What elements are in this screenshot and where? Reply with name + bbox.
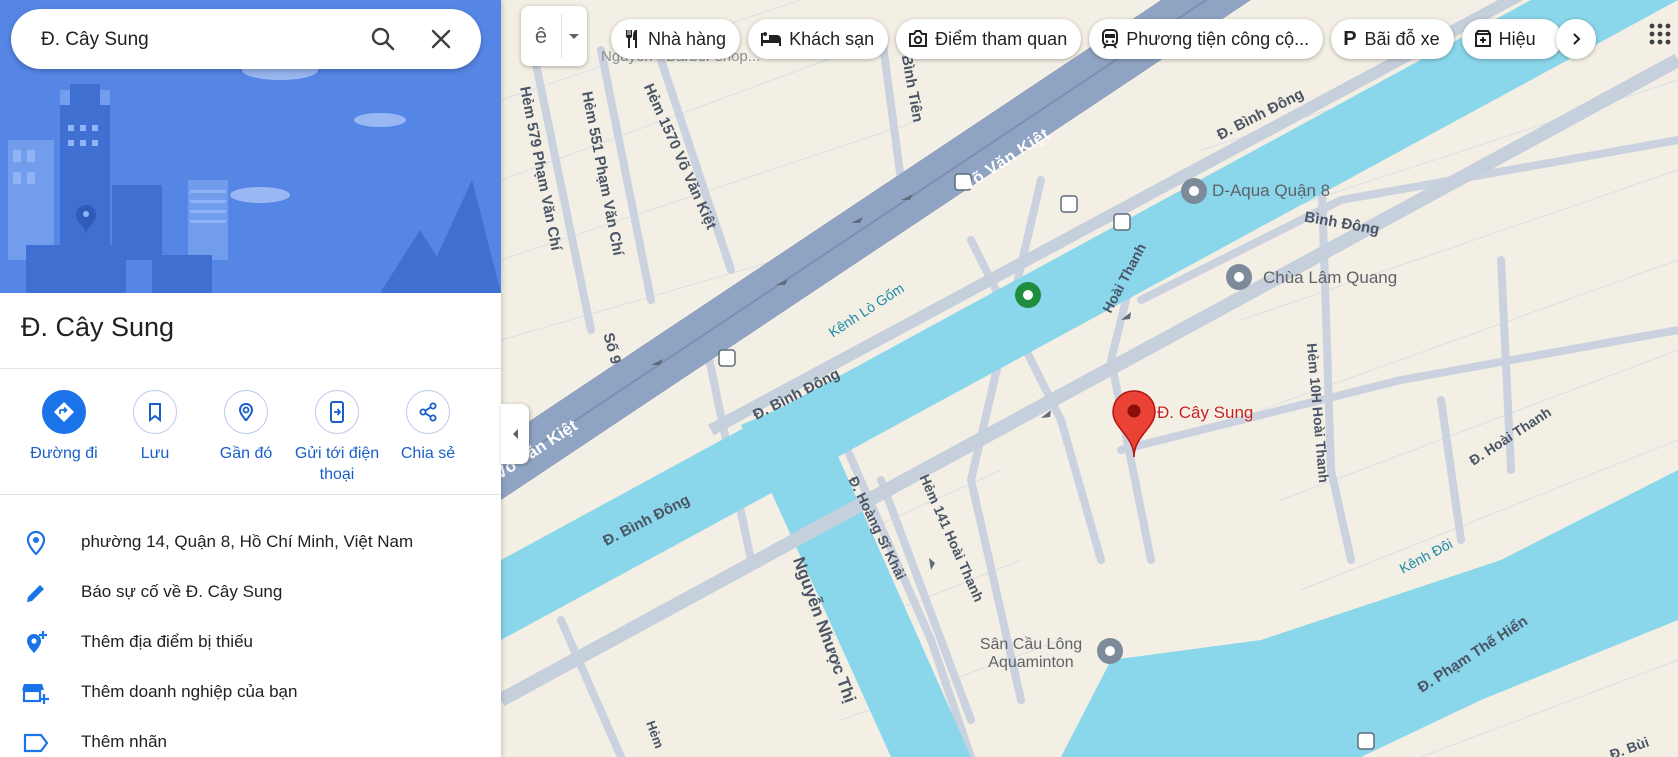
nearby-icon bbox=[238, 402, 254, 422]
search-icon[interactable] bbox=[367, 23, 399, 55]
send-to-phone-icon bbox=[330, 401, 344, 423]
directions-icon bbox=[54, 402, 74, 422]
address-text: phường 14, Quận 8, Hồ Chí Minh, Việt Nam bbox=[81, 532, 414, 551]
label-icon bbox=[23, 733, 49, 753]
nearby-button[interactable]: Gần đó bbox=[200, 390, 292, 464]
category-chips: Nhà hàng Khách sạn Điểm tham quan Phương… bbox=[611, 19, 1562, 59]
poi-label[interactable]: D-Aqua Quận 8 bbox=[1212, 181, 1330, 201]
parking-icon: P bbox=[1343, 27, 1357, 50]
report-issue-row[interactable]: Báo sự cố về Đ. Cây Sung bbox=[0, 567, 501, 617]
poi-label[interactable]: Sân Cầu Lông Aquaminton bbox=[971, 636, 1091, 672]
add-business-text: Thêm doanh nghiệp của bạn bbox=[81, 682, 298, 701]
action-label: Gửi tới điện thoại bbox=[294, 445, 380, 483]
restaurant-icon bbox=[626, 30, 637, 48]
layers-button[interactable]: ê bbox=[521, 6, 587, 66]
hotel-icon bbox=[761, 32, 782, 46]
save-button[interactable]: Lưu bbox=[109, 390, 201, 464]
collapse-panel-button[interactable] bbox=[501, 404, 529, 464]
chevron-left-icon bbox=[513, 429, 518, 439]
pencil-icon bbox=[27, 585, 44, 602]
add-business-row[interactable]: Thêm doanh nghiệp của bạn bbox=[0, 667, 501, 717]
chip-label: Nhà hàng bbox=[648, 28, 727, 49]
action-label: Chia sẻ bbox=[400, 445, 456, 462]
add-label-text: Thêm nhãn bbox=[81, 732, 167, 751]
search-input[interactable] bbox=[39, 9, 373, 71]
chevron-right-icon bbox=[1573, 33, 1581, 45]
place-title: Đ. Cây Sung bbox=[21, 312, 175, 342]
chips-next-button[interactable] bbox=[1556, 19, 1596, 59]
chip-pharmacy[interactable]: Hiệu bbox=[1461, 19, 1562, 59]
send-to-phone-button[interactable]: Gửi tới điện thoại bbox=[291, 390, 383, 485]
share-button[interactable]: Chia sẻ bbox=[382, 390, 474, 464]
report-issue-text: Báo sự cố về Đ. Cây Sung bbox=[81, 582, 283, 601]
action-label: Đường đi bbox=[30, 445, 98, 462]
chip-restaurants[interactable]: Nhà hàng bbox=[611, 19, 741, 59]
action-label: Lưu bbox=[140, 445, 170, 462]
apps-grid-icon[interactable] bbox=[1648, 22, 1674, 48]
add-missing-place-text: Thêm địa điểm bị thiếu bbox=[81, 632, 253, 651]
pharmacy-icon bbox=[1474, 30, 1491, 47]
chip-label: Khách sạn bbox=[789, 28, 875, 49]
search-box bbox=[11, 9, 481, 71]
chip-transit[interactable]: Phương tiện công cộ... bbox=[1089, 19, 1324, 59]
add-business-icon bbox=[22, 684, 49, 704]
poi-label[interactable]: Chùa Lâm Quang bbox=[1263, 268, 1397, 288]
directions-button[interactable]: Đường đi bbox=[18, 390, 110, 464]
divider bbox=[0, 368, 501, 369]
camera-icon bbox=[909, 30, 928, 47]
chip-label: Bãi đỗ xe bbox=[1364, 28, 1440, 49]
address-row[interactable]: phường 14, Quận 8, Hồ Chí Minh, Việt Nam bbox=[0, 517, 501, 567]
chip-label: Phương tiện công cộ... bbox=[1126, 28, 1310, 49]
map-canvas[interactable]: Võ Văn Kiệt Võ Văn Kiệt Đ. Bình Đông Đ. … bbox=[501, 0, 1678, 757]
transit-icon bbox=[1102, 29, 1119, 49]
add-location-icon bbox=[27, 631, 47, 653]
chevron-down-icon[interactable] bbox=[565, 30, 583, 48]
close-icon[interactable] bbox=[425, 23, 457, 55]
chip-parking[interactable]: P Bãi đỗ xe bbox=[1331, 19, 1454, 59]
chip-label: Điểm tham quan bbox=[935, 28, 1068, 49]
add-label-row[interactable]: Thêm nhãn bbox=[0, 717, 501, 757]
selected-pin-label[interactable]: Đ. Cây Sung bbox=[1157, 403, 1253, 423]
chip-hotels[interactable]: Khách sạn bbox=[748, 19, 889, 59]
location-pin-icon bbox=[26, 530, 46, 556]
chip-label: Hiệu bbox=[1498, 28, 1536, 49]
add-missing-place-row[interactable]: Thêm địa điểm bị thiếu bbox=[0, 617, 501, 667]
bookmark-icon bbox=[149, 403, 161, 422]
layer-glyph: ê bbox=[534, 23, 548, 48]
share-icon bbox=[419, 402, 437, 422]
divider bbox=[0, 494, 501, 495]
place-panel: Đ. Cây Sung Đường đi Lưu Gần đó Gửi tới … bbox=[0, 0, 501, 757]
chip-attractions[interactable]: Điểm tham quan bbox=[896, 19, 1082, 59]
action-label: Gần đó bbox=[219, 445, 273, 462]
